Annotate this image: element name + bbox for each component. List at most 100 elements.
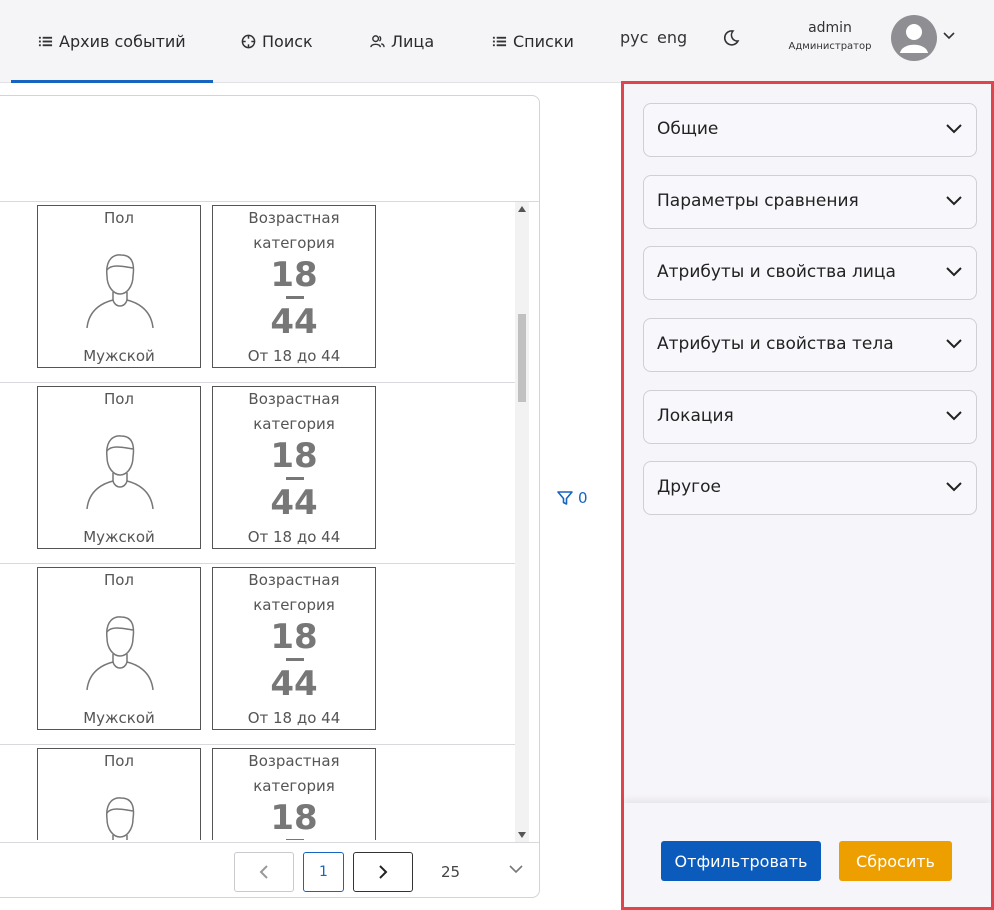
user-avatar-icon bbox=[900, 24, 928, 53]
filter-section-label: Локация bbox=[657, 406, 734, 426]
nav-archive-label: Архив событий bbox=[59, 32, 186, 51]
age-label-1: Возрастная bbox=[248, 209, 340, 227]
filter-section-compare[interactable]: Параметры сравнения bbox=[643, 175, 977, 229]
gender-label: Пол bbox=[103, 390, 135, 408]
gender-value: Мужской bbox=[83, 347, 155, 365]
age-to: 44 bbox=[270, 664, 318, 704]
age-label-2: категория bbox=[253, 777, 335, 795]
age-label-1: Возрастная bbox=[248, 390, 340, 408]
filter-section-other[interactable]: Другое bbox=[643, 461, 977, 515]
moon-icon[interactable] bbox=[722, 29, 740, 47]
page-size-value[interactable]: 25 bbox=[441, 863, 460, 881]
filter-icon bbox=[557, 491, 573, 505]
chevron-down-icon bbox=[946, 482, 962, 492]
event-row[interactable]: Пол Мужской Возрастная категория 18 44 О… bbox=[0, 745, 527, 840]
age-card: Возрастная категория 18 44 От 18 до 44 bbox=[212, 567, 376, 730]
results-panel: Пол Мужской Возрастная категория 18 44 О… bbox=[0, 95, 540, 898]
gender-label: Пол bbox=[103, 752, 135, 770]
nav-search[interactable]: Поиск bbox=[241, 0, 313, 83]
chevron-down-icon bbox=[946, 267, 962, 277]
age-divider bbox=[286, 296, 304, 299]
age-text: От 18 до 44 bbox=[247, 347, 341, 365]
results-header bbox=[0, 96, 539, 202]
scroll-down-arrow[interactable] bbox=[518, 832, 526, 838]
next-page-button[interactable] bbox=[353, 852, 413, 892]
active-filter-count: 0 bbox=[578, 489, 588, 507]
user-name: admin bbox=[808, 20, 852, 36]
nav-lists-label: Списки bbox=[513, 32, 574, 51]
page-1-button[interactable]: 1 bbox=[303, 852, 344, 892]
age-label-2: категория bbox=[253, 415, 335, 433]
filter-section-general[interactable]: Общие bbox=[643, 103, 977, 157]
chevron-right-icon bbox=[379, 865, 388, 879]
age-divider bbox=[286, 477, 304, 480]
chevron-down-icon bbox=[946, 411, 962, 421]
filter-section-location[interactable]: Локация bbox=[643, 390, 977, 444]
chevron-down-icon bbox=[946, 124, 962, 134]
gender-card: Пол Мужской bbox=[37, 748, 201, 840]
filter-sidebar: Общие Параметры сравнения Атрибуты и сво… bbox=[621, 81, 994, 910]
event-row[interactable]: Пол Мужской Возрастная категория 18 44 О… bbox=[0, 564, 527, 745]
filter-section-label: Другое bbox=[657, 477, 721, 497]
nav-lists[interactable]: Списки bbox=[492, 0, 574, 83]
chevron-down-icon bbox=[946, 339, 962, 349]
age-text: От 18 до 44 bbox=[247, 709, 341, 727]
pagination: 1 25 bbox=[0, 842, 539, 897]
filter-section-body-attributes[interactable]: Атрибуты и свойства тела bbox=[643, 318, 977, 372]
prev-page-button[interactable] bbox=[234, 852, 294, 892]
event-row[interactable]: Пол Мужской Возрастная категория 18 44 О… bbox=[0, 202, 527, 383]
lang-ru[interactable]: рус bbox=[620, 28, 648, 47]
filter-section-label: Общие bbox=[657, 119, 719, 139]
nav-faces[interactable]: Лица bbox=[370, 0, 434, 83]
list-icon bbox=[38, 36, 53, 47]
age-card: Возрастная категория 18 44 От 18 до 44 bbox=[212, 205, 376, 368]
users-icon bbox=[370, 35, 385, 48]
filter-section-label: Атрибуты и свойства лица bbox=[657, 262, 896, 282]
filter-section-face-attributes[interactable]: Атрибуты и свойства лица bbox=[643, 246, 977, 300]
results-scrollbar[interactable] bbox=[515, 202, 529, 842]
gender-value: Мужской bbox=[83, 709, 155, 727]
age-label-1: Возрастная bbox=[248, 752, 340, 770]
filter-toggle[interactable]: 0 bbox=[556, 489, 588, 507]
age-to: 44 bbox=[270, 483, 318, 523]
gender-card: Пол Мужской bbox=[37, 386, 201, 549]
reset-filter-button[interactable]: Сбросить bbox=[839, 841, 952, 881]
age-from: 18 bbox=[270, 436, 318, 476]
gender-card: Пол Мужской bbox=[37, 567, 201, 730]
chevron-down-icon[interactable] bbox=[509, 865, 523, 874]
apply-filter-button[interactable]: Отфильтровать bbox=[661, 841, 821, 881]
scroll-up-arrow[interactable] bbox=[518, 206, 526, 212]
age-divider bbox=[286, 658, 304, 661]
avatar[interactable] bbox=[891, 15, 937, 61]
lang-en[interactable]: eng bbox=[657, 28, 687, 47]
event-row[interactable]: Пол Мужской Возрастная категория 18 44 О… bbox=[0, 383, 527, 564]
nav-active-indicator bbox=[11, 80, 213, 83]
age-from: 18 bbox=[270, 617, 318, 657]
nav-archive[interactable]: Архив событий bbox=[38, 0, 186, 83]
age-divider bbox=[286, 839, 304, 840]
age-from: 18 bbox=[270, 798, 318, 838]
age-card: Возрастная категория 18 44 От 18 до 44 bbox=[212, 748, 376, 840]
filter-section-label: Атрибуты и свойства тела bbox=[657, 334, 894, 354]
male-person-icon bbox=[106, 797, 135, 840]
age-label-2: категория bbox=[253, 234, 335, 252]
chevron-down-icon[interactable] bbox=[943, 32, 955, 40]
nav-faces-label: Лица bbox=[391, 32, 435, 51]
age-label-1: Возрастная bbox=[248, 571, 340, 589]
gender-label: Пол bbox=[103, 209, 135, 227]
age-from: 18 bbox=[270, 255, 318, 295]
nav-search-label: Поиск bbox=[262, 32, 313, 51]
list-icon bbox=[492, 36, 507, 47]
scroll-thumb[interactable] bbox=[518, 314, 526, 402]
filter-actions: Отфильтровать Сбросить bbox=[624, 803, 991, 907]
age-label-2: категория bbox=[253, 596, 335, 614]
chevron-left-icon bbox=[259, 865, 268, 879]
gender-value: Мужской bbox=[83, 528, 155, 546]
male-person-icon bbox=[86, 254, 154, 328]
gender-card: Пол Мужской bbox=[37, 205, 201, 368]
user-role: Администратор bbox=[788, 41, 872, 52]
filter-section-label: Параметры сравнения bbox=[657, 191, 859, 211]
crosshair-icon bbox=[241, 34, 256, 49]
chevron-down-icon bbox=[946, 196, 962, 206]
male-person-icon bbox=[86, 435, 154, 509]
